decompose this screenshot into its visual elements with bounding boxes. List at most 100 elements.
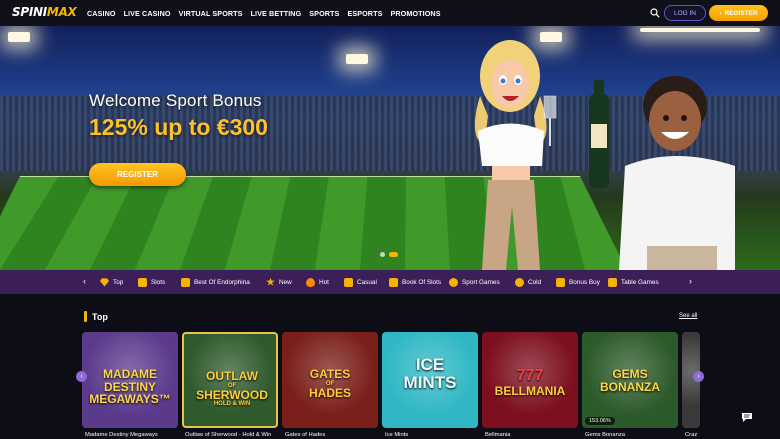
category-item[interactable]: Slots	[138, 277, 181, 287]
games-prev-arrow[interactable]: ‹	[76, 371, 87, 382]
game-tile[interactable]: ICE MINTS	[382, 332, 478, 428]
ball-icon	[449, 277, 458, 287]
hero-register-button[interactable]: REGISTER	[89, 163, 186, 186]
category-item[interactable]: New	[266, 277, 306, 287]
category-label: Slots	[151, 278, 166, 286]
section-title-top: Top	[92, 312, 108, 322]
book-icon	[389, 277, 398, 287]
category-item[interactable]: Top	[100, 278, 138, 287]
woman-character-illustration	[474, 40, 557, 270]
logo-text-part1: SPINI	[12, 5, 47, 19]
category-item[interactable]: Best Of Endorphina	[181, 277, 266, 287]
man-character-illustration	[589, 76, 735, 270]
top-navigation-bar: SPINIMAX CASINO LIVE CASINO VIRTUAL SPOR…	[0, 0, 780, 26]
games-next-arrow[interactable]: ›	[693, 371, 704, 382]
category-label: Hot	[319, 278, 329, 286]
nav-sports[interactable]: SPORTS	[309, 9, 339, 18]
category-item[interactable]: Cold	[515, 277, 556, 287]
category-label: Cold	[528, 278, 542, 286]
casual-icon	[344, 277, 353, 287]
category-item[interactable]: Hot	[306, 277, 344, 287]
diamond-icon	[100, 278, 109, 287]
game-logo-art: MADAME DESTINY MEGAWAYS™	[82, 368, 178, 406]
register-button-label: REGISTER	[724, 9, 758, 17]
register-button[interactable]: › REGISTER	[709, 5, 768, 21]
nav-live-casino[interactable]: LIVE CASINO	[124, 9, 171, 18]
calendar-icon	[181, 277, 190, 287]
category-item[interactable]: Bonus Buy	[556, 277, 608, 287]
game-tile[interactable]: 777 BELLMANIA	[482, 332, 578, 428]
cart-icon	[556, 277, 565, 287]
game-logo-art: OUTLAW OF SHERWOOD HOLD & WIN	[184, 369, 276, 408]
game-logo-line: 777	[516, 367, 544, 384]
game-logo-line: GATES	[309, 367, 351, 381]
search-icon[interactable]	[650, 8, 660, 18]
game-logo-art: GEMS BONANZA	[582, 368, 678, 393]
game-logo-line: SHERWOOD	[196, 387, 268, 402]
game-logo-line: MEGAWAYS™	[89, 392, 171, 407]
chat-support-button[interactable]	[738, 409, 756, 425]
stadium-light	[346, 54, 368, 64]
category-item[interactable]: Casual	[344, 277, 389, 287]
game-tile[interactable]: GATES OF HADES	[282, 332, 378, 428]
category-bar: ‹ Top Slots Best Of Endorphina New Hot Casual…	[0, 270, 780, 294]
game-logo-line: GEMS	[612, 367, 648, 381]
game-logo-line: BONANZA	[600, 379, 660, 394]
section-accent-bar	[84, 311, 87, 322]
carousel-dot-active[interactable]	[389, 252, 398, 257]
nav-casino[interactable]: CASINO	[87, 9, 116, 18]
game-logo-line: MINTS	[403, 372, 457, 392]
spinimax-logo[interactable]: SPINIMAX	[12, 5, 77, 19]
hero-bonus-amount: 125% up to €300	[89, 114, 268, 140]
game-logo-line: ICE	[415, 355, 445, 374]
chevron-left-icon[interactable]: ‹	[83, 276, 86, 286]
game-logo-line: OUTLAW	[206, 369, 258, 383]
category-label: Sport Games	[462, 278, 500, 286]
rtp-badge: 153.06%	[585, 417, 615, 425]
hero-banner[interactable]: Welcome Sport Bonus 125% up to €300 REGI…	[0, 26, 780, 270]
table-icon	[608, 277, 617, 287]
category-label: Top	[113, 278, 124, 286]
category-list: Top Slots Best Of Endorphina New Hot Casual Bo…	[100, 270, 673, 294]
game-tile[interactable]: MADAME DESTINY MEGAWAYS™	[82, 332, 178, 428]
carousel-dots	[380, 252, 398, 257]
game-logo-art: 777 BELLMANIA	[482, 367, 578, 398]
game-logo-line: MADAME	[103, 367, 157, 381]
see-all-link[interactable]: See all	[679, 313, 697, 319]
category-item[interactable]: Table Games	[608, 277, 673, 287]
snowflake-icon	[515, 277, 524, 287]
login-button[interactable]: LOG IN	[664, 5, 706, 21]
nav-virtual-sports[interactable]: VIRTUAL SPORTS	[179, 9, 243, 18]
logo-text-part2: MAX	[46, 5, 77, 19]
game-name[interactable]: Madame Destiny Megaways	[85, 432, 158, 438]
hero-title: Welcome Sport Bonus	[89, 91, 262, 110]
category-label: Book Of Slots	[402, 278, 442, 286]
category-item[interactable]: Book Of Slots	[389, 277, 449, 287]
game-logo-art: GATES OF HADES	[282, 368, 378, 399]
game-logo-line: HOLD & WIN	[213, 401, 251, 408]
carousel-dot[interactable]	[380, 252, 385, 257]
game-name[interactable]: Gems Bonanza	[585, 432, 625, 438]
game-tile[interactable]: OUTLAW OF SHERWOOD HOLD & WIN	[182, 332, 278, 428]
category-item[interactable]: Sport Games	[449, 277, 515, 287]
ceiling-light	[640, 28, 760, 32]
nav-live-betting[interactable]: LIVE BETTING	[251, 9, 302, 18]
game-name[interactable]: Ice Mints	[385, 432, 408, 438]
game-logo-art: ICE MINTS	[382, 356, 478, 392]
flame-icon	[306, 277, 315, 287]
game-logo-line: BELLMANIA	[494, 383, 566, 398]
chevron-right-icon: ›	[719, 9, 722, 17]
game-name[interactable]: Craz	[685, 432, 697, 438]
nav-promotions[interactable]: PROMOTIONS	[391, 9, 441, 18]
category-label: Casual	[357, 278, 377, 286]
game-name[interactable]: Outlaw of Sherwood - Hold & Win	[185, 432, 271, 438]
category-label: Best Of Endorphina	[194, 278, 250, 286]
category-label: Table Games	[621, 278, 659, 286]
game-name[interactable]: Bellmania	[485, 432, 510, 438]
chevron-right-icon[interactable]: ›	[689, 276, 692, 286]
category-label: New	[279, 278, 292, 286]
star-icon	[266, 277, 275, 286]
game-name[interactable]: Gates of Hades	[285, 432, 325, 438]
nav-esports[interactable]: ESPORTS	[347, 9, 382, 18]
game-tile[interactable]: GEMS BONANZA 153.06%	[582, 332, 678, 428]
